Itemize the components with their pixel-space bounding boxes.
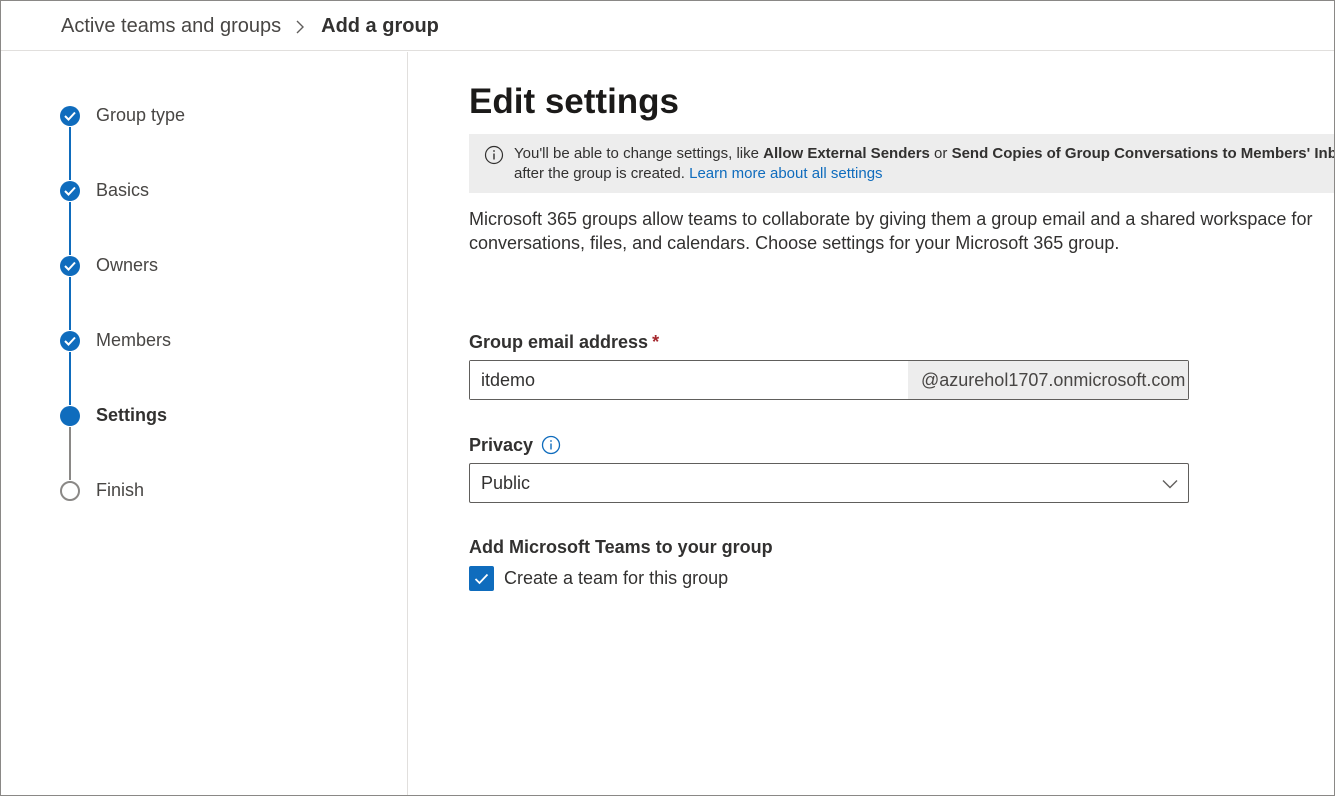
- email-label-text: Group email address: [469, 332, 649, 352]
- banner-text: after the group is created. Learn more a…: [514, 165, 883, 182]
- main-content: Edit settings You'll be able to change s…: [409, 52, 1335, 795]
- empty-circle-icon: [60, 481, 80, 501]
- checkmark-icon: [474, 573, 489, 584]
- info-icon: [484, 145, 504, 169]
- banner-text: You'll be able to change settings, like …: [514, 145, 1335, 162]
- breadcrumb-parent-link[interactable]: Active teams and groups: [61, 15, 281, 38]
- step-connector: [69, 427, 71, 480]
- step-basics[interactable]: Basics: [60, 179, 360, 203]
- step-label: Members: [96, 330, 172, 350]
- page-title: Edit settings: [469, 82, 680, 121]
- checkmark-circle-icon: [60, 106, 80, 126]
- privacy-label: Privacy: [469, 435, 534, 455]
- checkmark-circle-icon: [60, 181, 80, 201]
- step-label: Basics: [96, 180, 150, 200]
- create-team-label: Create a team for this group: [504, 568, 729, 588]
- chevron-right-icon: [289, 16, 311, 38]
- step-group-type[interactable]: Group type: [60, 104, 360, 128]
- step-connector: [69, 352, 71, 405]
- banner-text-part: You'll be able to change settings, like: [514, 145, 764, 162]
- step-settings[interactable]: Settings: [60, 404, 360, 428]
- create-team-checkbox-row[interactable]: Create a team for this group: [469, 566, 728, 591]
- step-label: Group type: [96, 105, 186, 125]
- teams-section-label: Add Microsoft Teams to your group: [469, 537, 773, 557]
- group-email-input[interactable]: [470, 361, 908, 399]
- breadcrumb-current: Add a group: [321, 15, 439, 37]
- email-domain-suffix: @azurehol1707.onmicrosoft.com: [908, 361, 1188, 399]
- step-finish: Finish: [60, 479, 360, 503]
- step-label: Finish: [96, 480, 145, 500]
- email-field-label: Group email address *: [469, 332, 659, 353]
- email-field: @azurehol1707.onmicrosoft.com: [469, 360, 1189, 400]
- step-label: Settings: [96, 405, 168, 425]
- step-connector: [69, 202, 71, 255]
- privacy-dropdown[interactable]: Public: [469, 463, 1189, 503]
- step-label: Owners: [96, 255, 159, 275]
- banner-bold-setting: Allow External Senders: [763, 145, 930, 162]
- step-connector: [69, 127, 71, 180]
- top-bar: Active teams and groups Add a group: [1, 1, 1334, 51]
- step-members[interactable]: Members: [60, 329, 360, 353]
- chevron-down-icon: [1162, 476, 1178, 494]
- banner-text-part: after the group is created.: [514, 165, 690, 182]
- wizard-steps-panel: Group type Basics Owners Members Setting…: [1, 52, 408, 795]
- step-connector: [69, 277, 71, 330]
- page-description: Microsoft 365 groups allow teams to coll…: [469, 209, 1313, 253]
- info-banner: You'll be able to change settings, like …: [469, 134, 1335, 193]
- banner-text-part: or: [929, 145, 952, 162]
- current-step-dot-icon: [60, 406, 80, 426]
- checkmark-circle-icon: [60, 331, 80, 351]
- learn-more-link[interactable]: Learn more about all settings: [689, 165, 882, 182]
- app-window: Active teams and groups Add a group Grou…: [0, 0, 1335, 796]
- privacy-selected-value: Public: [481, 473, 531, 493]
- breadcrumb: Active teams and groups Add a group: [61, 15, 439, 38]
- checkmark-circle-icon: [60, 256, 80, 276]
- required-marker: *: [652, 332, 660, 352]
- step-owners[interactable]: Owners: [60, 254, 360, 278]
- banner-bold-setting: Send Copies of Group Conversations to Me…: [951, 145, 1335, 162]
- info-icon[interactable]: [541, 435, 561, 455]
- create-team-checkbox[interactable]: [469, 566, 494, 591]
